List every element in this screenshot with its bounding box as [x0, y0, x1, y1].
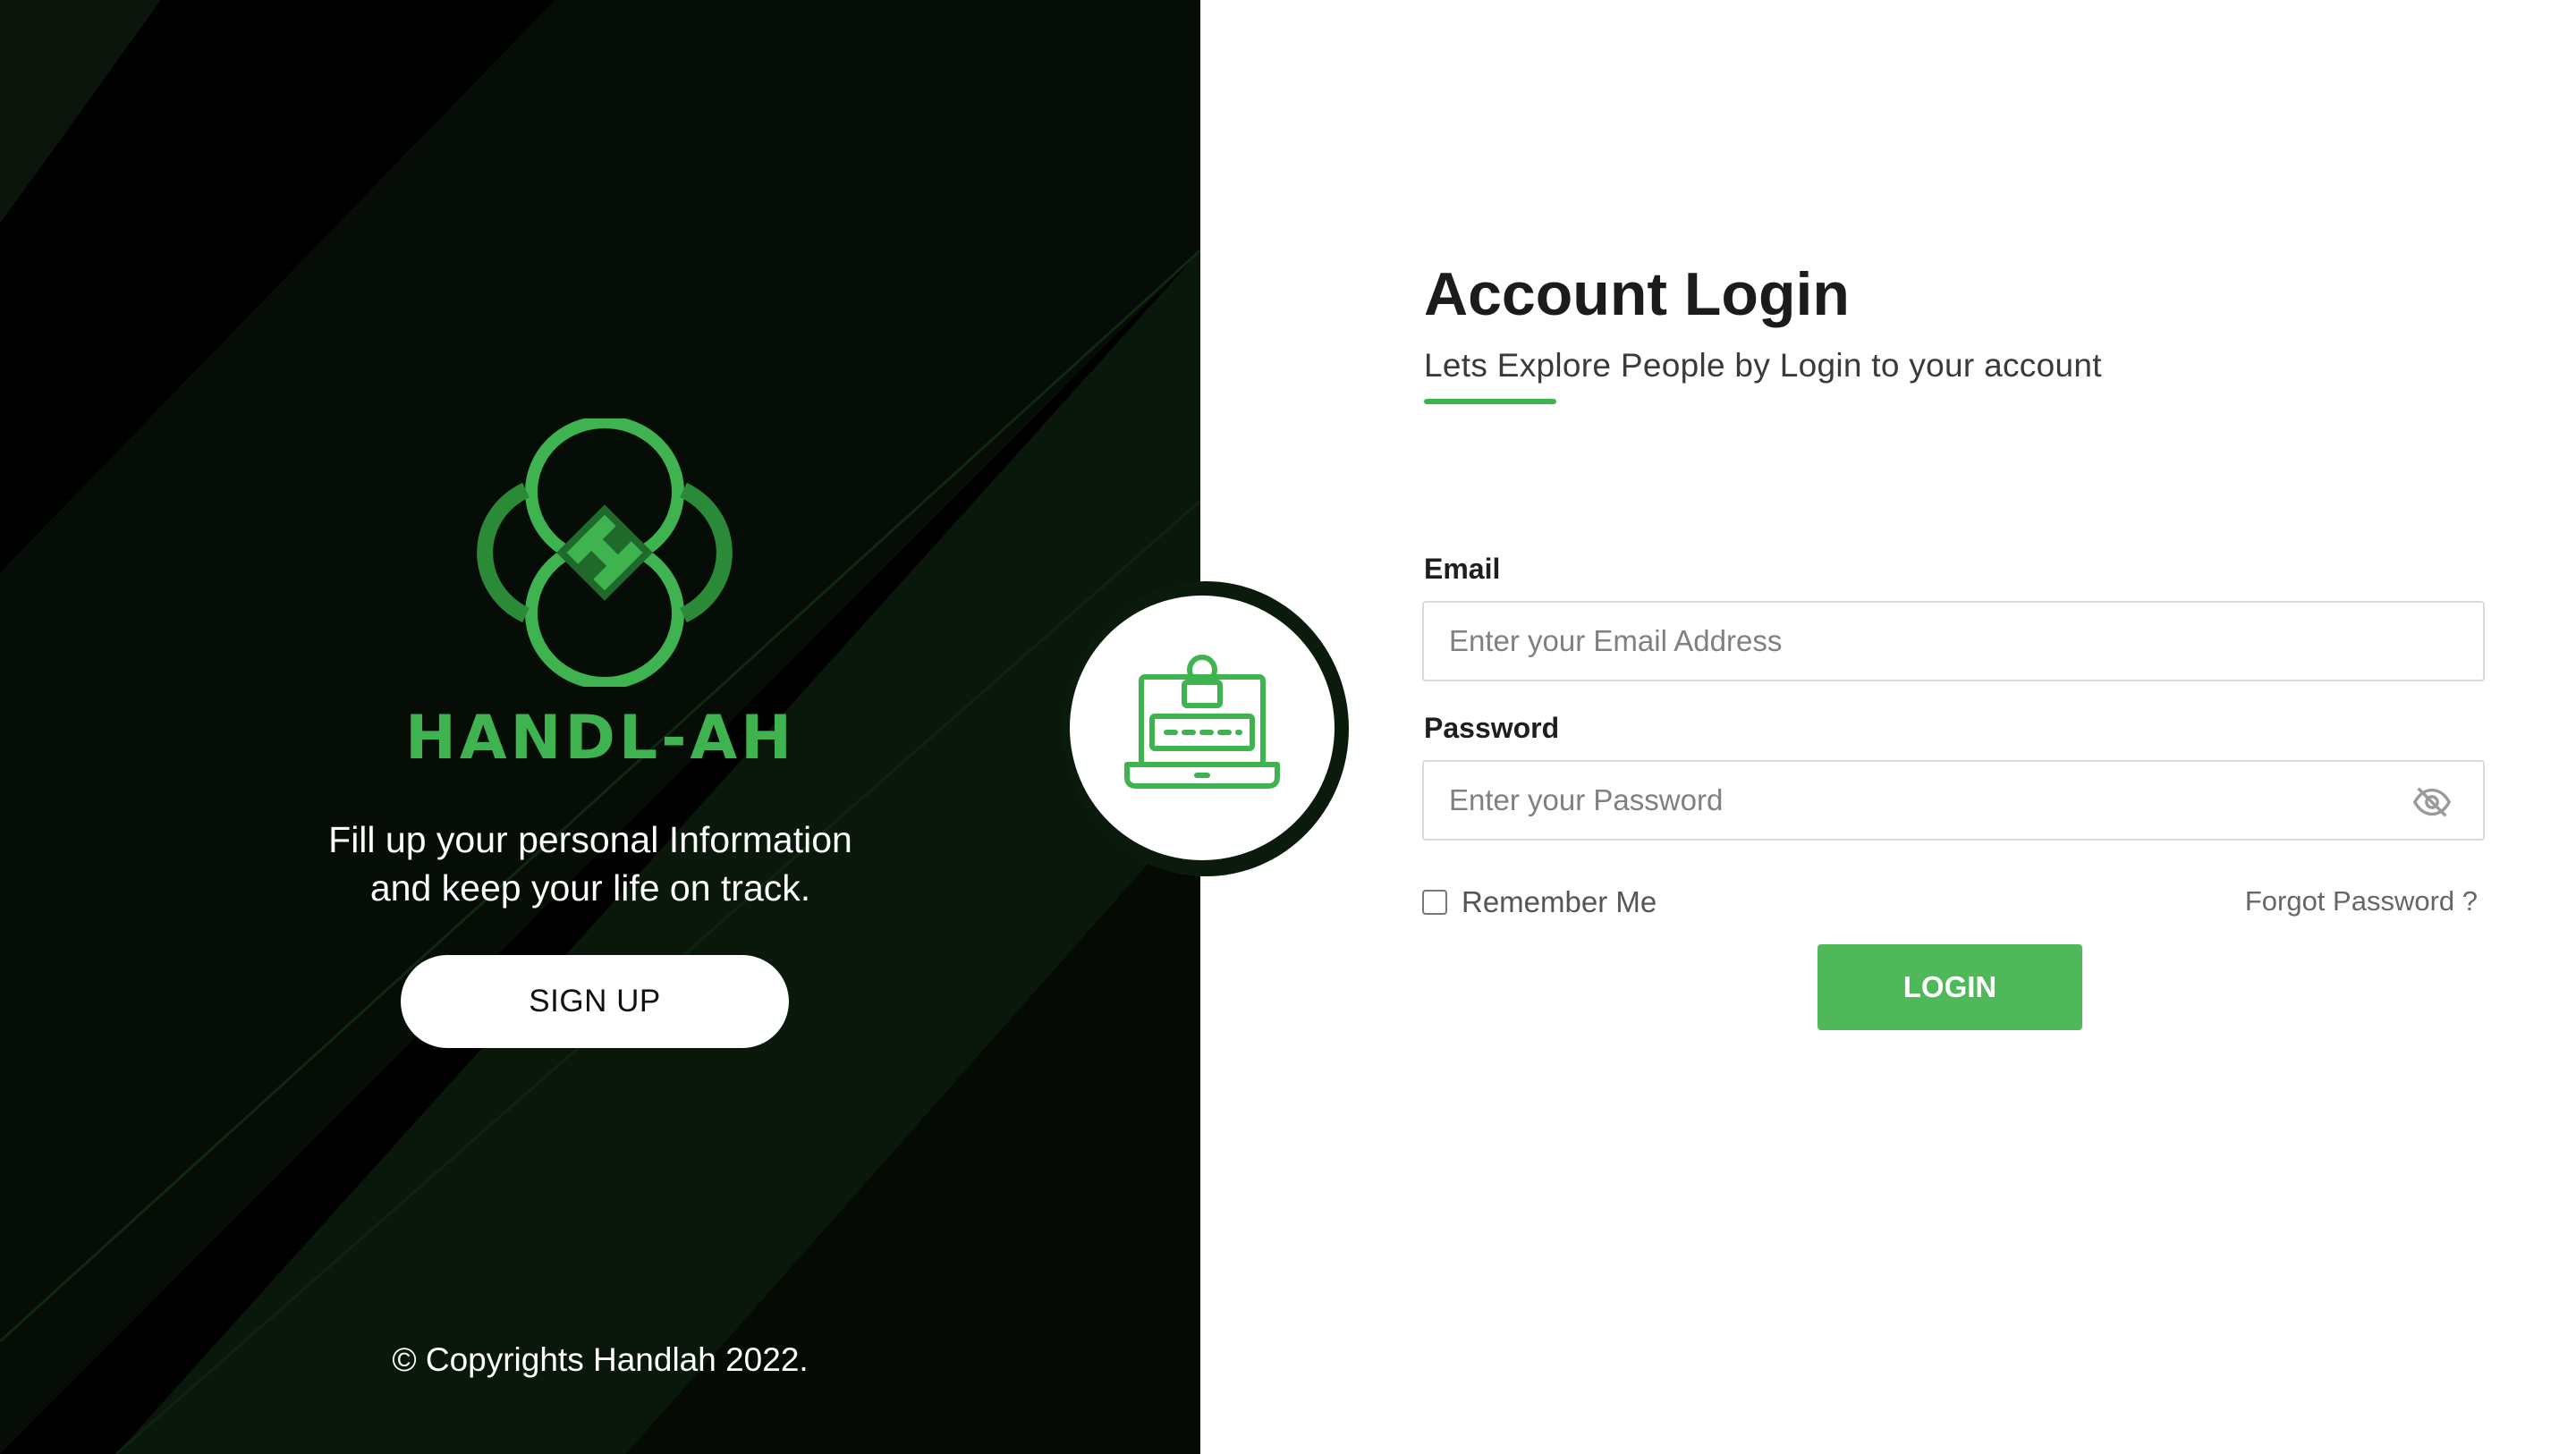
remember-checkbox[interactable] — [1422, 890, 1447, 915]
handlah-logo-icon — [477, 418, 733, 687]
remember-label: Remember Me — [1462, 885, 1657, 918]
tagline-line-2: and keep your life on track. — [369, 867, 811, 909]
forgot-password-link[interactable]: Forgot Password ? — [2245, 885, 2478, 917]
laptop-login-icon — [1124, 655, 1280, 789]
password-field[interactable] — [1449, 762, 2483, 839]
password-label: Password — [1424, 712, 1560, 744]
email-label: Email — [1424, 553, 1501, 585]
signup-button[interactable]: SIGN UP — [401, 955, 789, 1048]
brand-block: HANDL-AH — [0, 418, 1200, 773]
brand-name: HANDL-AH — [405, 703, 795, 773]
password-field-box — [1422, 760, 2485, 841]
remember-me[interactable]: Remember Me — [1422, 885, 1657, 919]
copyright-text: © Copyrights Handlah 2022. — [392, 1341, 809, 1378]
login-page: HANDL-AH Fill up your personal Informati… — [0, 0, 2576, 1454]
brand-panel: HANDL-AH Fill up your personal Informati… — [0, 0, 1200, 1454]
title-underline — [1424, 399, 1556, 404]
email-field[interactable] — [1449, 603, 2483, 680]
page-subtitle: Lets Explore People by Login to your acc… — [1424, 347, 2102, 384]
eye-off-icon[interactable] — [2411, 782, 2453, 823]
tagline: Fill up your personal Information and ke… — [224, 816, 957, 912]
badge-circle — [1070, 596, 1335, 860]
email-field-box — [1422, 601, 2485, 681]
page-title: Account Login — [1424, 260, 1850, 328]
tagline-line-1: Fill up your personal Information — [328, 819, 852, 860]
login-button[interactable]: LOGIN — [1818, 944, 2082, 1030]
